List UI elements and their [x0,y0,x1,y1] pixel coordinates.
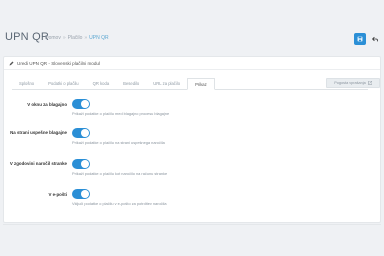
tab-text[interactable]: Besedilo [116,78,146,89]
settings-panel: Uredi UPN QR - Slovenski plačilni modul … [3,56,381,223]
panel-heading: Uredi UPN QR - Slovenski plačilni modul [4,57,380,70]
setting-label: V e-pošti [48,192,67,197]
tab-qr-code[interactable]: QR koda [86,78,117,89]
tab-payment-url[interactable]: URL za plačilo [146,78,187,89]
breadcrumb-home[interactable]: Domov [45,35,61,41]
panel-heading-text: Uredi UPN QR - Slovenski plačilni modul [17,60,100,66]
setting-label: V zgodovini naročil stranke [9,161,67,166]
setting-help: Prikaži podatke o plačilu kot naročilo n… [72,171,168,176]
breadcrumb-payment[interactable]: Plačilo [68,35,83,41]
setting-label: Na strani uspešne blagajne [10,130,67,135]
page-title: UPN QR [5,31,49,43]
setting-help: Vključi podatke o plačilu v e-pošto za p… [72,201,167,206]
toggle-switch-success-page[interactable] [72,128,90,138]
toggle-switch-email[interactable] [72,189,90,199]
toggle-switch-order-history[interactable] [72,159,90,169]
tab-general[interactable]: Splošno [12,78,41,89]
page-header: UPN QR Domov» Plačilo» UPN QR [0,0,384,52]
save-button[interactable] [354,33,366,45]
pencil-icon [9,61,14,66]
tab-payment-data[interactable]: Podatki o plačilu [41,78,86,89]
external-link-icon [367,81,372,85]
back-button[interactable] [369,33,381,45]
breadcrumb-current: UPN QR [89,35,109,41]
panel-bottom-divider [3,224,381,225]
faq-button[interactable]: Pogosta vprašanja [326,78,380,88]
setting-label: V oknu za blagajno [27,102,67,107]
setting-help: Prikaži podatke o plačilu na strani uspe… [72,140,165,145]
breadcrumb: Domov» Plačilo» UPN QR [45,35,109,41]
faq-button-label: Pogosta vprašanja [334,81,366,85]
save-icon [357,36,363,42]
toggle-switch-checkout[interactable] [72,99,90,109]
setting-help: Prikaži podatke o plačilu med blagajno p… [72,111,170,116]
tab-bar: Splošno Podatki o plačilu QR koda Besedi… [12,78,368,90]
tab-display[interactable]: Prikaz [187,78,215,90]
undo-icon [372,36,378,42]
